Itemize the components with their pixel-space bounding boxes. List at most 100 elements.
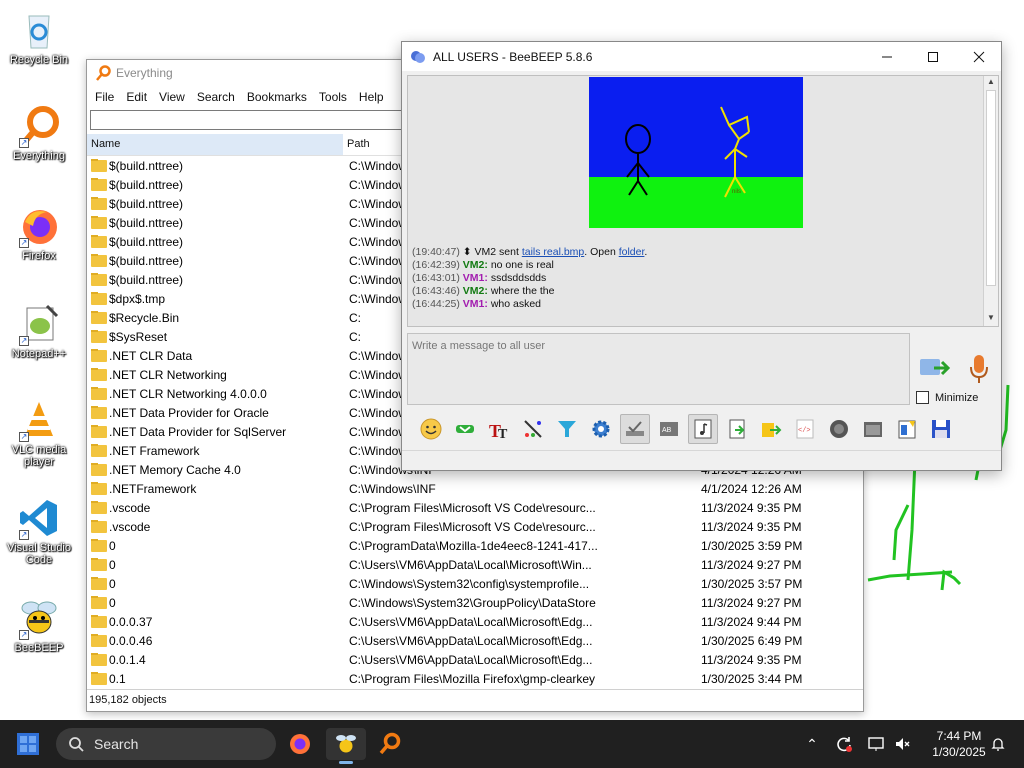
save-button[interactable]	[926, 414, 956, 444]
row-path: C:\Users\VM6\AppData\Local\Microsoft\Edg…	[349, 633, 593, 648]
svg-text:</>: </>	[798, 427, 811, 435]
column-header-name[interactable]: Name	[87, 134, 343, 155]
file-link[interactable]: tails real.bmp	[522, 246, 584, 258]
taskbar-beebeep[interactable]	[326, 728, 366, 764]
row-name: $(build.nttree)	[109, 272, 184, 287]
desktop-icon-beebeep[interactable]: ↗ BeeBEEP	[4, 596, 74, 654]
menu-bookmarks[interactable]: Bookmarks	[241, 90, 313, 104]
row-name: .NET CLR Networking	[109, 367, 227, 382]
taskbar-everything[interactable]	[370, 728, 410, 760]
maximize-button[interactable]	[910, 42, 956, 71]
menu-edit[interactable]: Edit	[120, 90, 153, 104]
menu-tools[interactable]: Tools	[313, 90, 353, 104]
close-icon	[973, 51, 985, 62]
emoticon-button[interactable]	[416, 414, 446, 444]
scroll-up-icon[interactable]: ▲	[984, 77, 998, 89]
desktop-icon-label: VLC media player	[11, 444, 67, 468]
row-name: $dpx$.tmp	[109, 291, 166, 306]
folder-icon	[91, 519, 107, 533]
checkbox-box[interactable]	[916, 391, 929, 404]
beebeep-icon: ↗	[17, 596, 61, 640]
table-row[interactable]: 0 C:\Windows\System32\GroupPolicy\DataSto…	[87, 593, 863, 612]
filter-button[interactable]	[552, 414, 582, 444]
firefox-icon: ↗	[17, 204, 61, 248]
minimize-checkbox[interactable]: Minimize	[916, 391, 978, 404]
desktop-icon-recycle-bin[interactable]: Recycle Bin	[4, 8, 74, 66]
notes-button[interactable]	[892, 414, 922, 444]
table-row[interactable]: .NETFramework C:\Windows\INF 4/1/2024 12:2…	[87, 479, 863, 498]
table-row[interactable]: 0 C:\ProgramData\Mozilla-1de4eec8-1241-41…	[87, 536, 863, 555]
table-row[interactable]: 0.0.1.4 C:\Users\VM6\AppData\Local\Micros…	[87, 650, 863, 669]
menu-search[interactable]: Search	[191, 90, 241, 104]
notifications-button[interactable]	[986, 728, 1010, 760]
message-input[interactable]: Write a message to all user	[407, 333, 910, 405]
start-button[interactable]	[16, 732, 40, 756]
scrollbar-thumb[interactable]	[986, 90, 996, 286]
row-name: $(build.nttree)	[109, 215, 184, 230]
menu-view[interactable]: View	[153, 90, 191, 104]
table-row[interactable]: 0 C:\Windows\System32\config\systemprofil…	[87, 574, 863, 593]
tray-network-icon[interactable]	[864, 728, 888, 760]
row-name-cell: $dpx$.tmp	[87, 291, 343, 306]
table-row[interactable]: 0.1 C:\Program Files\Mozilla Firefox\gmp-…	[87, 669, 863, 688]
row-name-cell: .vscode	[87, 500, 343, 515]
record-icon	[830, 420, 848, 438]
row-name: .vscode	[109, 519, 151, 534]
spellcheck-button[interactable]	[620, 414, 650, 444]
record-button[interactable]	[824, 414, 854, 444]
emoticon-icon	[420, 418, 442, 440]
volume-muted-icon	[896, 738, 910, 750]
chat-scrollbar[interactable]: ▲ ▼	[983, 76, 998, 326]
tray-volume-icon[interactable]	[890, 728, 914, 760]
desktop-icon-firefox[interactable]: ↗ Firefox	[4, 204, 74, 262]
file-transfer-icon: ⬍	[462, 246, 472, 258]
search-label: Search	[94, 736, 139, 752]
desktop-icon-notepadpp[interactable]: ↗ Notepad++	[4, 302, 74, 360]
vlc-icon: ↗	[17, 398, 61, 442]
table-row[interactable]: 0 C:\Users\VM6\AppData\Local\Microsoft\Wi…	[87, 555, 863, 574]
row-name-cell: 0.0.0.37	[87, 614, 343, 629]
row-name-cell: 0	[87, 557, 343, 572]
folder-icon	[91, 367, 107, 381]
color-button[interactable]	[518, 414, 548, 444]
taskbar-firefox[interactable]	[280, 728, 320, 760]
chat-message: (16:43:01) VM1: ssdsddsdds	[412, 272, 547, 284]
beep-button[interactable]	[688, 414, 718, 444]
table-row[interactable]: 0.0.0.37 C:\Users\VM6\AppData\Local\Micro…	[87, 612, 863, 631]
drawing-caption: nils	[732, 189, 741, 195]
taskbar-search[interactable]: Search	[56, 728, 276, 760]
folder-icon	[91, 405, 107, 419]
tray-sync-icon[interactable]	[832, 728, 856, 760]
search-icon	[69, 737, 84, 752]
show-hidden-icons-button[interactable]: ⌃	[800, 728, 824, 760]
enter-send-button[interactable]: AB	[654, 414, 684, 444]
desktop-icon-everything[interactable]: ↗ Everything	[4, 104, 74, 162]
font-button[interactable]: TT	[484, 414, 514, 444]
send-file-button[interactable]	[450, 414, 480, 444]
close-button[interactable]	[956, 42, 1002, 71]
desktop-icon-vlc[interactable]: ↗ VLC media player	[4, 398, 74, 468]
chat-area[interactable]: nils (19:40:47) ⬍ VM2 sent tails real.bm…	[407, 75, 999, 327]
menu-help[interactable]: Help	[353, 90, 390, 104]
screenshot-button[interactable]	[858, 414, 888, 444]
voice-message-button[interactable]	[968, 353, 990, 385]
save-chat-button[interactable]	[722, 414, 752, 444]
scroll-down-icon[interactable]: ▼	[984, 313, 998, 325]
folder-icon	[91, 329, 107, 343]
chat-message: (16:42:39) VM2: no one is real	[412, 259, 554, 271]
menu-file[interactable]: File	[89, 90, 120, 104]
settings-button[interactable]	[586, 414, 616, 444]
shared-drawing-image[interactable]: nils	[589, 77, 803, 228]
row-name: $(build.nttree)	[109, 158, 184, 173]
window-title: ALL USERS - BeeBEEP 5.8.6	[433, 49, 593, 64]
share-button[interactable]	[756, 414, 786, 444]
send-button[interactable]	[918, 355, 952, 381]
minimize-button[interactable]	[864, 42, 910, 71]
table-row[interactable]: .vscode C:\Program Files\Microsoft VS Cod…	[87, 517, 863, 536]
html-button[interactable]: </>	[790, 414, 820, 444]
table-row[interactable]: .vscode C:\Program Files\Microsoft VS Cod…	[87, 498, 863, 517]
row-date: 4/1/2024 12:26 AM	[701, 481, 802, 496]
desktop-icon-vscode[interactable]: ↗ Visual Studio Code	[4, 496, 74, 566]
table-row[interactable]: 0.0.0.46 C:\Users\VM6\AppData\Local\Micro…	[87, 631, 863, 650]
folder-link[interactable]: folder	[619, 246, 645, 258]
